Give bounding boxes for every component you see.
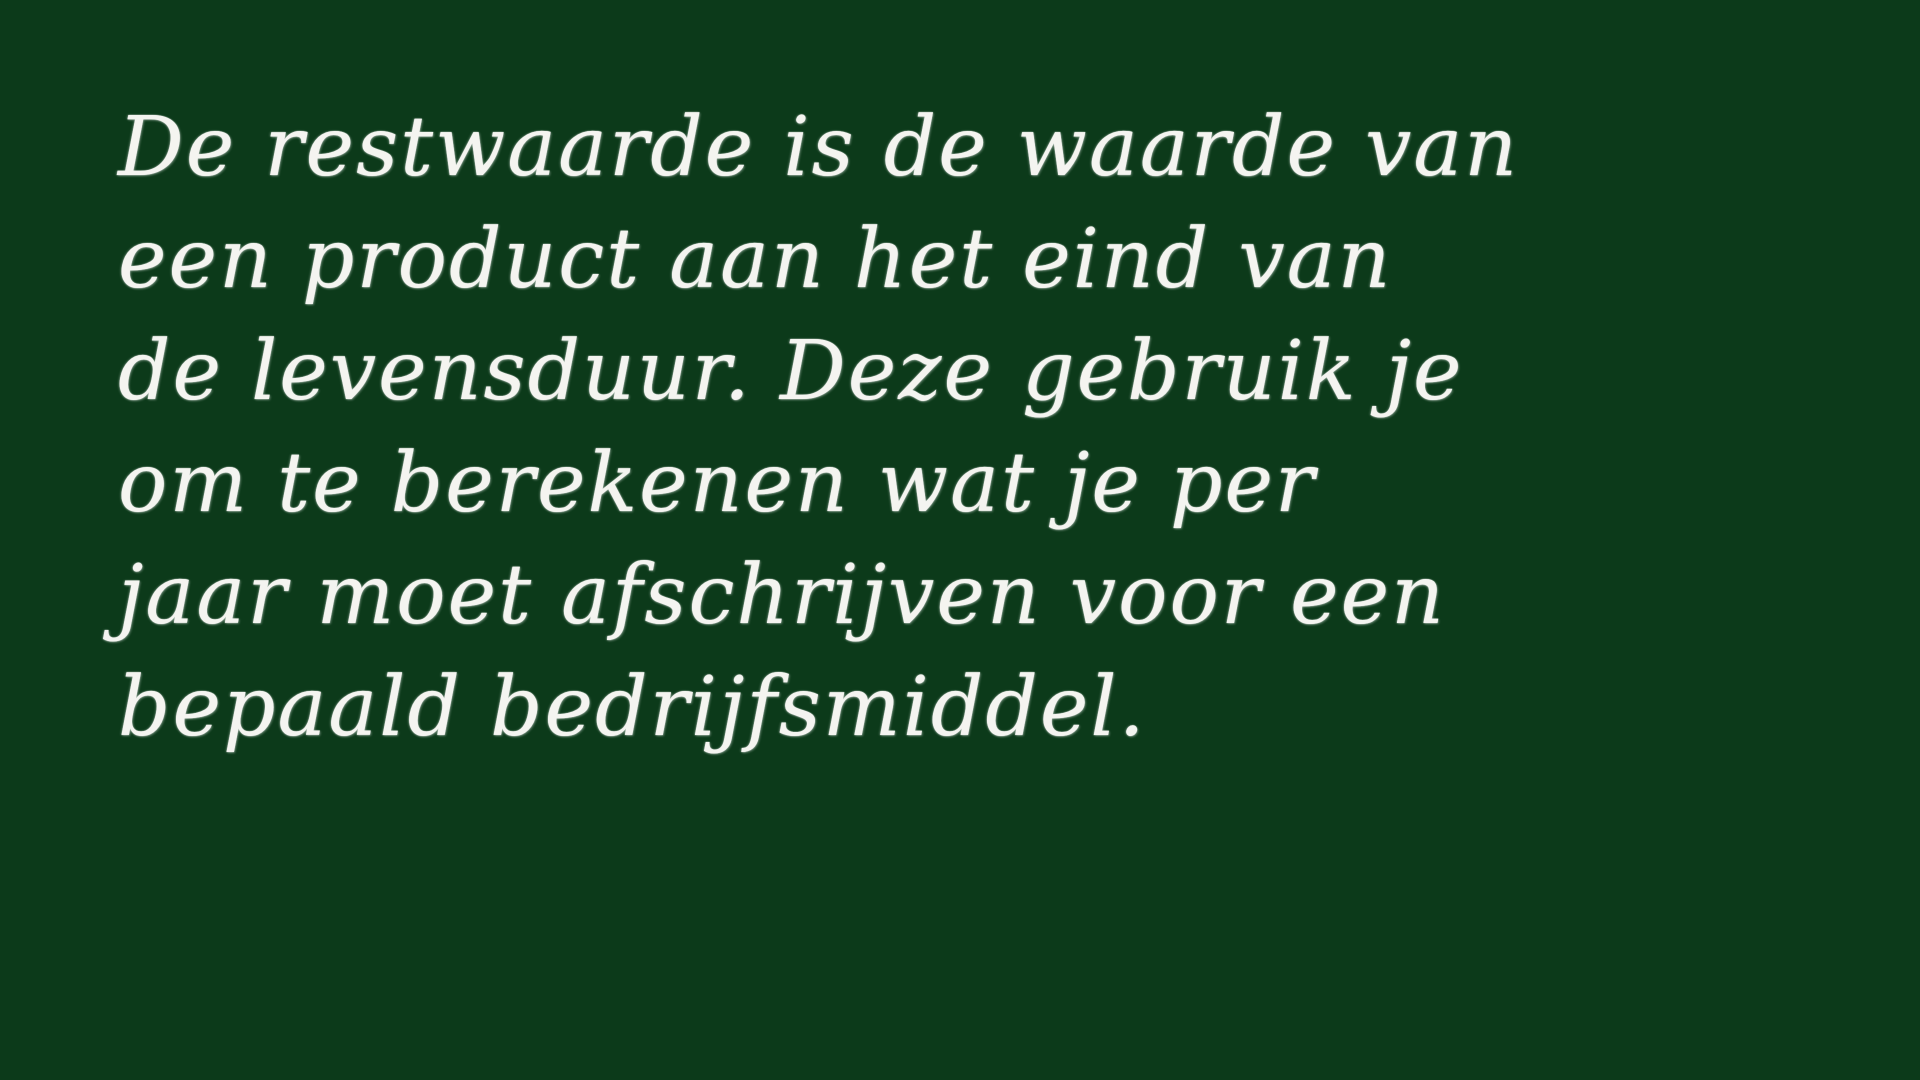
text-line-1: De restwaarde is de waarde van <box>118 100 1520 195</box>
text-line-6: bepaald bedrijfsmiddel. <box>118 660 1147 755</box>
text-line-5: jaar moet afschrijven voor een <box>118 548 1446 643</box>
text-line-2: een product aan het eind van <box>118 212 1393 307</box>
text-line-4: om te berekenen wat je per <box>118 436 1317 531</box>
chalkboard-slide: De restwaarde is de waarde van een produ… <box>0 0 1920 1080</box>
definition-text: De restwaarde is de waarde van een produ… <box>118 92 1878 764</box>
text-line-3: de levensduur. Deze gebruik je <box>118 324 1464 419</box>
